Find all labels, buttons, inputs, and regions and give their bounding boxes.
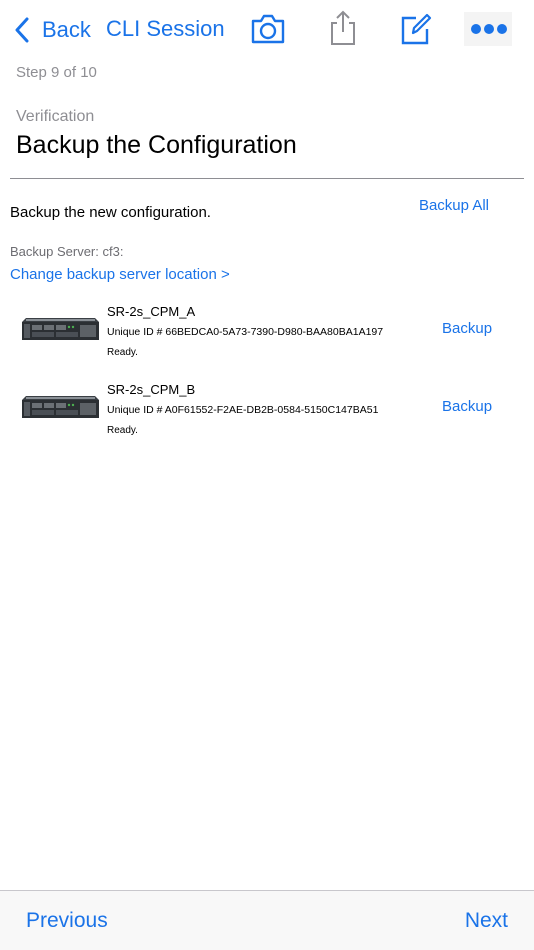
device-status: Ready. bbox=[107, 425, 138, 436]
change-server-location-link[interactable]: Change backup server location > bbox=[10, 266, 230, 283]
nav-title: CLI Session bbox=[106, 16, 225, 41]
device-unique-id: Unique ID # A0F61552-F2AE-DB2B-0584-5150… bbox=[107, 404, 379, 416]
device-row: SR-2s_CPM_B Unique ID # A0F61552-F2AE-DB… bbox=[0, 380, 534, 450]
device-backup-button[interactable]: Backup bbox=[442, 320, 492, 337]
compose-icon[interactable] bbox=[400, 12, 432, 46]
navigation-bar: Back CLI Session bbox=[0, 0, 534, 60]
page-title: Backup the Configuration bbox=[16, 131, 297, 159]
device-status: Ready. bbox=[107, 347, 138, 358]
chevron-left-icon bbox=[15, 17, 29, 43]
device-unique-id: Unique ID # 66BEDCA0-5A73-7390-D980-BAA8… bbox=[107, 326, 384, 338]
share-icon[interactable] bbox=[328, 10, 358, 46]
divider bbox=[10, 178, 524, 179]
router-device-image bbox=[22, 396, 99, 418]
device-name: SR-2s_CPM_A bbox=[107, 304, 196, 319]
back-label: Back bbox=[42, 17, 91, 42]
router-device-image bbox=[22, 318, 99, 340]
more-icon[interactable] bbox=[464, 12, 512, 46]
camera-icon[interactable] bbox=[250, 12, 286, 46]
device-backup-button[interactable]: Backup bbox=[442, 398, 492, 415]
bottom-toolbar: Previous Next bbox=[0, 890, 534, 950]
previous-button[interactable]: Previous bbox=[26, 909, 108, 933]
back-button[interactable]: Back bbox=[14, 14, 91, 46]
section-label: Verification bbox=[16, 108, 95, 125]
step-indicator: Step 9 of 10 bbox=[16, 64, 97, 81]
backup-server-label: Backup Server: cf3: bbox=[10, 244, 124, 259]
device-name: SR-2s_CPM_B bbox=[107, 382, 196, 397]
instruction-text: Backup the new configuration. bbox=[10, 204, 211, 221]
backup-all-button[interactable]: Backup All bbox=[419, 197, 489, 214]
next-button[interactable]: Next bbox=[465, 909, 508, 933]
device-row: SR-2s_CPM_A Unique ID # 66BEDCA0-5A73-73… bbox=[0, 302, 534, 372]
